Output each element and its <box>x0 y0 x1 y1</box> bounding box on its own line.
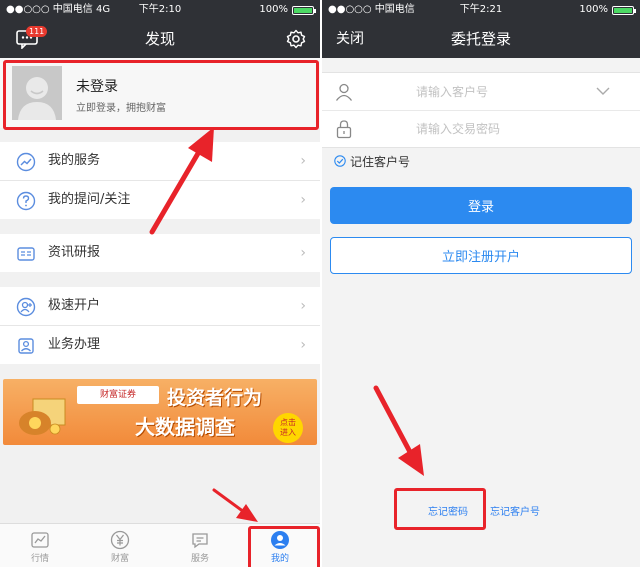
yen-tab-icon <box>110 530 130 550</box>
battery-icon <box>612 5 636 15</box>
password-field-row <box>322 111 640 147</box>
banner-line-1: 投资者行为 <box>167 387 263 409</box>
chevron-down-icon[interactable] <box>596 86 610 96</box>
banner-line-2: 大数据调查 <box>135 415 235 439</box>
status-bar: ●●○○○ 中国电信 4G 下午2:10 100% <box>0 0 320 20</box>
menu-label: 业务办理 <box>48 337 101 352</box>
menu-item-quick-open[interactable]: 极速开户 › <box>0 287 320 326</box>
battery-icon <box>292 5 316 15</box>
user-icon <box>335 83 353 101</box>
chart-trend-icon <box>16 152 36 172</box>
default-avatar-icon <box>12 66 62 120</box>
chevron-right-icon: › <box>300 153 306 169</box>
forgot-account-link[interactable]: 忘记客户号 <box>490 503 540 518</box>
person-card-icon <box>18 338 34 354</box>
status-right: 100% <box>579 0 636 20</box>
tab-bar: 行情 财富 服务 我的 <box>0 523 320 567</box>
tab-label: 我的 <box>270 554 289 564</box>
nav-bar: 111 发现 <box>0 20 320 58</box>
banner-cta[interactable]: 点击 进入 <box>273 413 303 443</box>
menu-label: 极速开户 <box>48 298 101 313</box>
remember-account-toggle[interactable]: 记住客户号 <box>334 151 410 171</box>
account-input[interactable] <box>382 80 602 104</box>
tab-label: 服务 <box>190 554 209 564</box>
menu-label: 我的服务 <box>48 153 101 168</box>
cta-line-2: 进入 <box>280 428 296 437</box>
page-title: 发现 <box>144 30 175 48</box>
profile-name: 未登录 <box>76 79 118 95</box>
tab-market[interactable]: 行情 <box>0 524 80 567</box>
tab-service[interactable]: 服务 <box>160 524 240 567</box>
menu-group-news: 资讯研报 › <box>0 234 320 272</box>
discover-screen: ●●○○○ 中国电信 4G 下午2:10 100% 111 发现 未登录 立即登… <box>0 0 320 567</box>
menu-group-account: 极速开户 › 业务办理 › <box>0 287 320 364</box>
chevron-right-icon: › <box>300 245 306 261</box>
battery-percent: 100% <box>579 4 608 15</box>
money-bag-icon <box>19 398 66 435</box>
brand-logo: 财富证券 <box>77 386 159 404</box>
gear-icon[interactable] <box>286 29 306 49</box>
menu-label: 我的提问/关注 <box>48 192 131 207</box>
account-field-row <box>322 74 640 110</box>
remember-label: 记住客户号 <box>350 154 411 169</box>
login-form <box>322 72 640 148</box>
login-button[interactable]: 登录 <box>330 187 632 224</box>
chevron-right-icon: › <box>300 192 306 208</box>
password-input[interactable] <box>382 117 602 141</box>
menu-item-research[interactable]: 资讯研报 › <box>0 234 320 272</box>
page-title: 委托登录 <box>450 30 511 48</box>
check-circle-icon <box>334 155 346 167</box>
tab-label: 行情 <box>30 554 49 564</box>
news-icon <box>17 247 35 261</box>
chevron-right-icon: › <box>300 298 306 314</box>
cta-line-1: 点击 <box>280 418 296 427</box>
trend-tab-icon <box>31 532 49 548</box>
tab-label: 财富 <box>110 554 129 564</box>
battery-percent: 100% <box>259 4 288 15</box>
menu-label: 资讯研报 <box>48 245 101 260</box>
menu-group-services: 我的服务 › 我的提问/关注 › <box>0 142 320 219</box>
menu-item-my-questions[interactable]: 我的提问/关注 › <box>0 181 320 219</box>
tab-me[interactable]: 我的 <box>240 524 320 567</box>
trade-login-screen: ●●○○○ 中国电信 下午2:21 100% 关闭 委托登录 记住客户号 登录 … <box>322 0 640 567</box>
question-icon <box>16 191 36 211</box>
status-bar: ●●○○○ 中国电信 下午2:21 100% <box>322 0 640 20</box>
nav-bar: 关闭 委托登录 <box>322 20 640 58</box>
user-add-icon <box>16 297 36 317</box>
login-profile-card[interactable]: 未登录 立即登录，拥抱财富 <box>0 58 320 128</box>
menu-item-my-services[interactable]: 我的服务 › <box>0 142 320 181</box>
menu-item-business[interactable]: 业务办理 › <box>0 326 320 364</box>
avatar <box>12 66 62 120</box>
forgot-password-link[interactable]: 忘记密码 <box>428 503 468 518</box>
tab-wealth[interactable]: 财富 <box>80 524 160 567</box>
survey-banner[interactable]: 财富证券 投资者行为 大数据调查 点击 进入 <box>3 379 317 445</box>
lock-icon <box>336 120 352 139</box>
register-button[interactable]: 立即注册开户 <box>330 237 632 274</box>
chevron-right-icon: › <box>300 337 306 353</box>
service-tab-icon <box>192 533 208 549</box>
status-right: 100% <box>259 0 316 20</box>
profile-tab-icon <box>271 531 289 549</box>
profile-subtitle: 立即登录，拥抱财富 <box>76 103 166 114</box>
